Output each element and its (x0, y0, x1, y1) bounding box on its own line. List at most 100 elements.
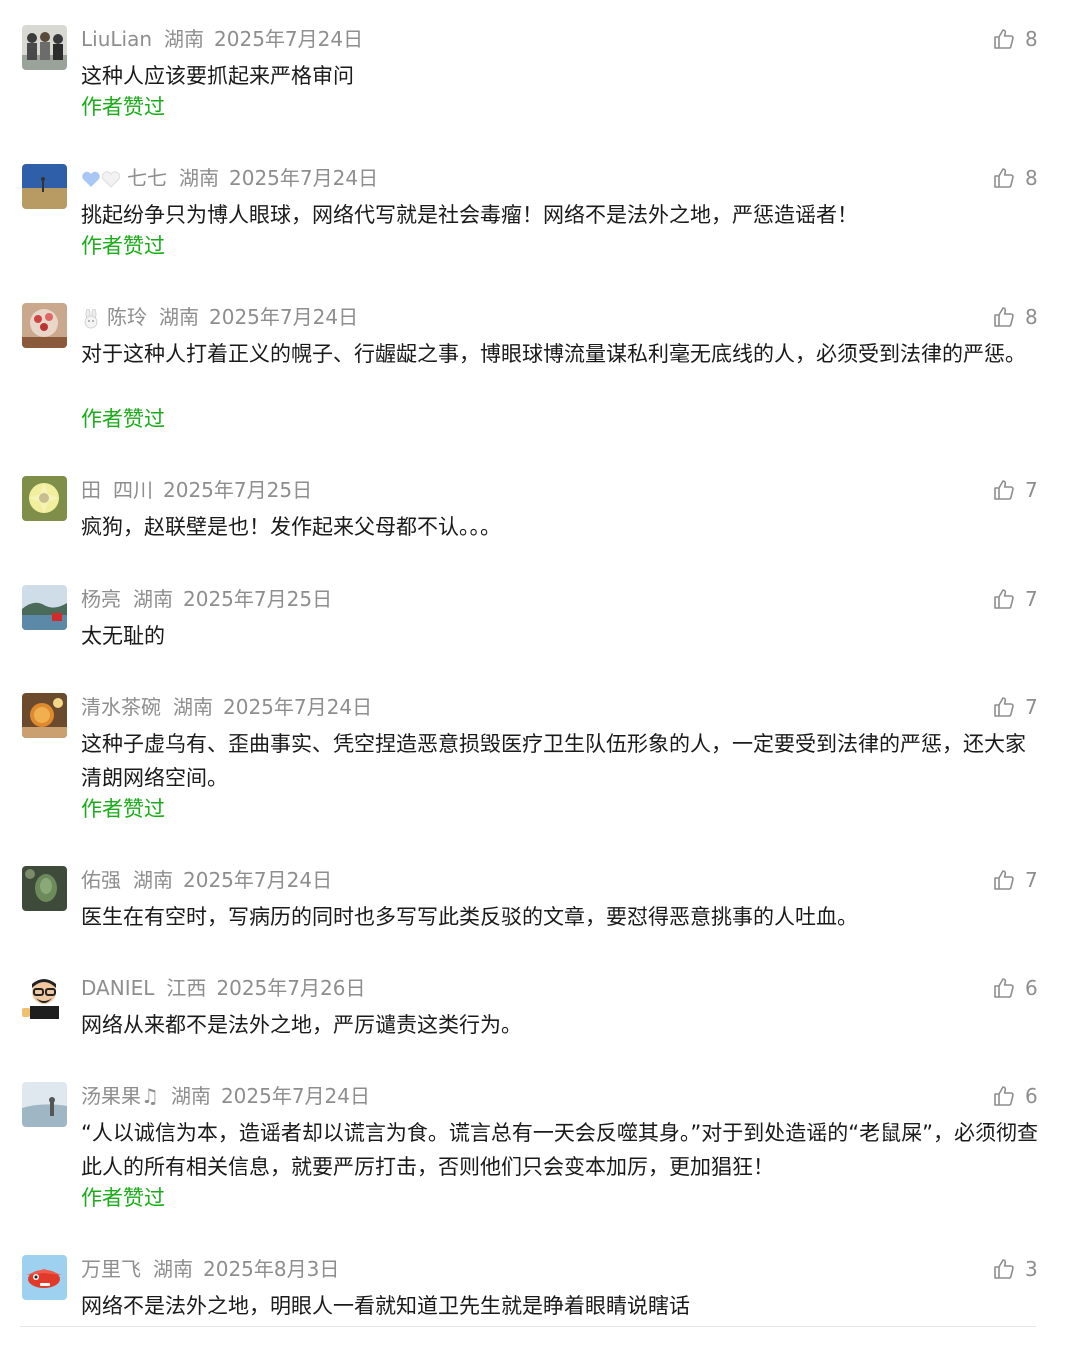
comment-date: 2025年7月24日 (220, 1084, 371, 1108)
author-region: 湖南 (159, 305, 199, 329)
comment-date: 2025年8月3日 (203, 1257, 340, 1281)
comment-date: 2025年7月25日 (163, 478, 313, 502)
author-liked-tag: 作者赞过 (81, 1186, 165, 1210)
thumbs-up-outline-icon (994, 978, 1014, 998)
like-button[interactable]: 3 (992, 1255, 1038, 1283)
name-prefix-icons (81, 308, 101, 329)
author-region: 四川 (113, 478, 153, 502)
avatar[interactable] (22, 585, 67, 630)
comment-meta: 佑强 湖南 2025年7月24日 (81, 867, 332, 893)
author-name[interactable]: 陈玲 (107, 305, 147, 329)
author-liked-tag: 作者赞过 (81, 95, 165, 119)
comment-text: 网络从来都不是法外之地，严厉谴责这类行为。 (81, 1013, 522, 1037)
comment-text: “人以诚信为本，造谣者却以谎言为食。谎言总有一天会反噬其身。”对于到处造谣的“老… (81, 1121, 1039, 1179)
comment-text: 医生在有空时，写病历的同时也多写写此类反驳的文章，要怼得恶意挑事的人吐血。 (81, 905, 858, 929)
comment-text: 对于这种人打着正义的幌子、行龌龊之事，博眼球博流量谋私利毫无底线的人，必须受到法… (81, 342, 1026, 366)
author-name[interactable]: 杨亮 (81, 587, 121, 611)
like-button[interactable]: 8 (992, 25, 1038, 53)
comment-meta: 陈玲 湖南 2025年7月24日 (81, 304, 358, 330)
author-name[interactable]: 汤果果♫ (81, 1084, 159, 1108)
like-count: 8 (1025, 27, 1038, 51)
like-count: 6 (1025, 1084, 1038, 1108)
thumbs-up-outline-icon (994, 307, 1014, 327)
comment-meta: DANIEL 江西 2025年7月26日 (81, 975, 365, 1001)
like-button[interactable]: 6 (992, 1082, 1038, 1110)
comment-meta: 田四川 2025年7月25日 (81, 477, 312, 503)
like-count: 8 (1025, 305, 1038, 329)
avatar[interactable] (22, 25, 67, 70)
thumbs-up-outline-icon (994, 168, 1014, 188)
comment-text: 这种子虚乌有、歪曲事实、凭空捏造恶意损毁医疗卫生队伍形象的人，一定要受到法律的严… (81, 732, 1026, 790)
comment-text: 这种人应该要抓起来严格审问 (81, 64, 354, 88)
author-liked-tag: 作者赞过 (81, 407, 165, 431)
like-button[interactable]: 7 (992, 866, 1038, 894)
like-count: 7 (1025, 868, 1038, 892)
comment-text: 疯狗，赵联壁是也！发作起来父母都不认。。。 (81, 515, 501, 539)
like-button[interactable]: 8 (992, 164, 1038, 192)
blue-heart-icon (82, 170, 121, 188)
author-name[interactable]: 七七 (127, 166, 167, 190)
thumbs-up-outline-icon (994, 870, 1014, 890)
thumbs-up-outline-icon (994, 589, 1014, 609)
comment-date: 2025年7月24日 (229, 166, 379, 190)
comment-meta: 七七 湖南 2025年7月24日 (81, 165, 378, 191)
comment-meta: LiuLian 湖南 2025年7月24日 (81, 26, 363, 52)
author-region: 湖南 (153, 1257, 193, 1281)
name-prefix-icons (81, 170, 121, 190)
thumbs-up-outline-icon (994, 1086, 1014, 1106)
comment-text: 网络不是法外之地，明眼人一看就知道卫先生就是睁着眼睛说瞎话 (81, 1294, 690, 1318)
rabbit-icon (84, 308, 98, 328)
comment-meta: 汤果果♫ 湖南 2025年7月24日 (81, 1083, 370, 1109)
like-count: 6 (1025, 976, 1038, 1000)
thumbs-up-outline-icon (994, 480, 1014, 500)
like-count: 7 (1025, 478, 1038, 502)
author-name[interactable]: LiuLian (81, 27, 152, 51)
like-button[interactable]: 7 (992, 476, 1038, 504)
avatar[interactable] (22, 164, 67, 209)
avatar[interactable] (22, 866, 67, 911)
avatar[interactable] (22, 693, 67, 738)
comment-date: 2025年7月25日 (183, 587, 333, 611)
author-region: 湖南 (173, 695, 213, 719)
thumbs-up-outline-icon (994, 1259, 1014, 1279)
avatar[interactable] (22, 1082, 67, 1127)
author-name[interactable]: DANIEL (81, 976, 154, 1000)
like-count: 3 (1025, 1257, 1038, 1281)
author-name[interactable]: 万里飞 (81, 1257, 141, 1281)
comment-date: 2025年7月26日 (216, 976, 366, 1000)
comment-date: 2025年7月24日 (214, 27, 364, 51)
list-divider (20, 1326, 1036, 1327)
comment-text: 太无耻的 (81, 624, 165, 648)
author-region: 湖南 (133, 868, 173, 892)
comment-date: 2025年7月24日 (209, 305, 359, 329)
author-region: 湖南 (133, 587, 173, 611)
avatar[interactable] (22, 974, 67, 1019)
comment-meta: 杨亮 湖南 2025年7月25日 (81, 586, 332, 612)
author-region: 湖南 (179, 166, 219, 190)
author-region: 湖南 (170, 1084, 211, 1108)
author-liked-tag: 作者赞过 (81, 234, 165, 258)
avatar[interactable] (22, 1255, 67, 1300)
author-region: 湖南 (164, 27, 205, 51)
like-count: 7 (1025, 695, 1038, 719)
like-count: 8 (1025, 166, 1038, 190)
author-name[interactable]: 清水茶碗 (81, 695, 161, 719)
author-liked-tag: 作者赞过 (81, 797, 165, 821)
author-name[interactable]: 田 (81, 478, 101, 502)
like-button[interactable]: 7 (992, 585, 1038, 613)
author-name[interactable]: 佑强 (81, 868, 121, 892)
comment-text: 挑起纷争只为博人眼球，网络代写就是社会毒瘤！网络不是法外之地，严惩造谣者！ (81, 203, 858, 227)
avatar[interactable] (22, 303, 67, 348)
comment-meta: 万里飞 湖南 2025年8月3日 (81, 1256, 339, 1282)
like-button[interactable]: 6 (992, 974, 1038, 1002)
comment-meta: 清水茶碗 湖南 2025年7月24日 (81, 694, 372, 720)
like-button[interactable]: 7 (992, 693, 1038, 721)
comment-date: 2025年7月24日 (183, 868, 333, 892)
comment-date: 2025年7月24日 (223, 695, 373, 719)
like-count: 7 (1025, 587, 1038, 611)
like-button[interactable]: 8 (992, 303, 1038, 331)
thumbs-up-outline-icon (994, 697, 1014, 717)
thumbs-up-outline-icon (994, 29, 1014, 49)
avatar[interactable] (22, 476, 67, 521)
author-region: 江西 (166, 976, 207, 1000)
